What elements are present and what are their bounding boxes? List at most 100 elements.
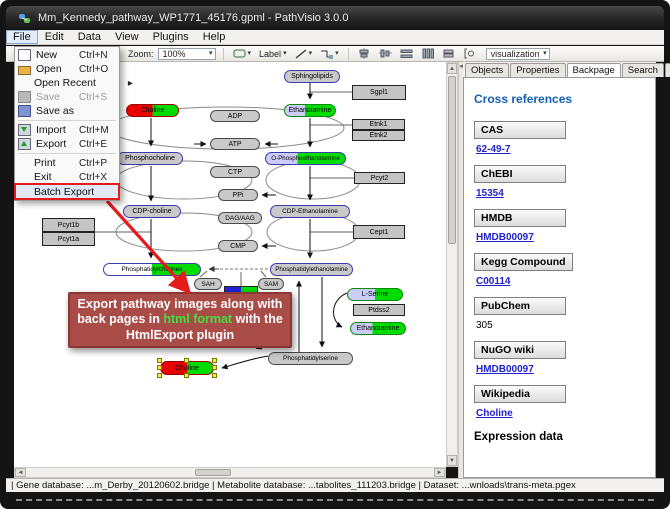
vertical-scroll-thumb[interactable] <box>448 76 456 244</box>
node-cmp[interactable]: CMP <box>218 240 258 252</box>
vertical-scrollbar[interactable]: ▲ ▼ <box>446 62 458 467</box>
menu-item-import[interactable]: Import Ctrl+M <box>15 123 119 137</box>
menu-item-save-as[interactable]: Save as <box>15 104 119 118</box>
xref-link[interactable]: HMDB00097 <box>476 232 645 243</box>
visualization-combobox[interactable]: visualization ▾ <box>486 48 550 60</box>
node-pcyt1b[interactable]: Pcyt1b <box>42 218 95 232</box>
node-phosphatidylethanolamine[interactable]: Phosphatidylethanolamine <box>270 263 353 276</box>
node-ethanolamine[interactable]: Ethanolamine <box>284 104 336 117</box>
node-sphingolipids[interactable]: Sphingolipids <box>284 70 340 83</box>
xref-source-name: Wikipedia <box>474 385 566 403</box>
node-ctp[interactable]: CTP <box>210 166 260 178</box>
distribute-vertical-button[interactable] <box>419 47 436 60</box>
node-cdp-choline[interactable]: CDP-choline <box>123 205 181 218</box>
xref-source-name: CAS <box>474 121 566 139</box>
menu-item-shortcut: Ctrl+N <box>79 50 116 61</box>
chevron-down-icon[interactable]: ▾ <box>209 50 213 57</box>
node-dag-aag[interactable]: DAG/AAG <box>218 212 262 224</box>
scroll-right-button[interactable]: ► <box>434 468 445 477</box>
xref-link[interactable]: HMDB00097 <box>476 364 645 375</box>
node-cept1[interactable]: Cept1 <box>353 225 405 239</box>
menu-item-label: Batch Export <box>34 186 94 198</box>
menu-file[interactable]: File <box>6 30 38 44</box>
new-document-icon <box>18 49 31 61</box>
node-ppi[interactable]: PPi <box>218 189 258 201</box>
node-o-phosphoethanolamine[interactable]: O-Phosphoethanolamine <box>265 152 346 165</box>
node-phosphatidylcholines[interactable]: Phosphatidylcholines <box>103 263 201 276</box>
node-phosphocholine[interactable]: Phosphocholine <box>117 152 183 165</box>
node-ethanolamine-2[interactable]: Ethanolamine <box>350 322 406 335</box>
connector-tool-button[interactable]: ▾ <box>318 47 341 60</box>
xref-section-nugo: NuGO wiki HMDB00097 <box>474 340 645 375</box>
distribute-vertical-icon <box>421 48 434 59</box>
common-size-button[interactable] <box>440 47 457 60</box>
tab-objects[interactable]: Objects <box>465 63 509 77</box>
node-pcyt2[interactable]: Pcyt2 <box>354 172 405 184</box>
chevron-down-icon[interactable]: ▾ <box>248 50 252 57</box>
window-title: Mm_Kennedy_pathway_WP1771_45176.gpml - P… <box>38 12 348 24</box>
chevron-down-icon[interactable]: ▾ <box>335 50 339 57</box>
menu-item-new[interactable]: New Ctrl+N <box>15 48 119 62</box>
node-pcyt1a[interactable]: Pcyt1a <box>42 232 95 246</box>
align-middle-button[interactable] <box>377 47 394 60</box>
xref-link[interactable]: 62-49-7 <box>476 144 645 155</box>
xref-link[interactable]: Choline <box>476 408 645 419</box>
menu-item-open[interactable]: Open Ctrl+O <box>15 62 119 76</box>
node-etnk1[interactable]: Etnk1 <box>352 119 405 130</box>
label-tool-button[interactable]: Label ▾ <box>257 47 289 60</box>
zoom-combobox[interactable]: 100% ▾ <box>158 48 216 60</box>
menu-item-open-recent[interactable]: Open Recent ▸ <box>15 76 119 90</box>
scroll-up-button[interactable]: ▲ <box>447 63 457 74</box>
node-l-serine[interactable]: L-Serine <box>347 288 403 301</box>
node-sah[interactable]: SAH <box>194 278 222 290</box>
menu-item-batch-export[interactable]: Batch Export <box>15 184 119 199</box>
node-choline-selected[interactable]: Choline <box>160 361 214 375</box>
xref-link[interactable]: 15354 <box>476 188 645 199</box>
menu-item-export[interactable]: Export Ctrl+E <box>15 137 119 151</box>
node-etnk2[interactable]: Etnk2 <box>352 130 405 141</box>
line-icon <box>295 49 307 59</box>
chevron-down-icon[interactable]: ▾ <box>543 50 547 57</box>
menu-item-spacer <box>18 158 29 168</box>
menu-item-label: Open Recent <box>34 77 96 89</box>
node-choline[interactable]: Choline <box>126 104 179 117</box>
menu-data[interactable]: Data <box>71 31 108 43</box>
scroll-left-button[interactable]: ◄ <box>15 468 26 477</box>
line-tool-button[interactable]: ▾ <box>293 47 315 60</box>
tab-properties[interactable]: Properties <box>510 63 565 77</box>
menu-item-print[interactable]: Print Ctrl+P <box>15 156 119 170</box>
node-sam[interactable]: SAM <box>258 278 284 290</box>
menu-edit[interactable]: Edit <box>38 31 71 43</box>
group-button[interactable] <box>461 47 478 60</box>
menu-plugins[interactable]: Plugins <box>146 31 196 43</box>
menu-item-exit[interactable]: Exit Ctrl+X <box>15 170 119 184</box>
zoom-value: 100% <box>163 49 186 59</box>
node-phosphatidylserine[interactable]: Phosphatidylserine <box>268 352 353 365</box>
node-atp[interactable]: ATP <box>210 138 260 150</box>
chevron-down-icon[interactable]: ▾ <box>283 50 287 57</box>
tab-backpage[interactable]: Backpage <box>567 63 621 78</box>
menu-help[interactable]: Help <box>196 31 233 43</box>
xref-link[interactable]: C00114 <box>476 276 645 287</box>
align-center-icon <box>358 48 371 59</box>
node-adp[interactable]: ADP <box>210 110 260 122</box>
horizontal-scrollbar[interactable]: ◄ ► <box>14 467 446 478</box>
xref-value: 305 <box>476 320 645 331</box>
node-cdp-ethanolamine[interactable]: CDP-Ethanolamine <box>270 205 350 218</box>
node-sgpl1[interactable]: Sgpl1 <box>352 85 406 100</box>
xref-section-cas: CAS 62-49-7 <box>474 120 645 155</box>
scroll-down-button[interactable]: ▼ <box>447 455 457 466</box>
menu-separator <box>18 120 116 121</box>
scroll-right-icon: ► <box>437 470 443 476</box>
tab-search[interactable]: Search <box>622 63 664 77</box>
tab-legend[interactable]: Legend <box>665 63 670 77</box>
menu-view[interactable]: View <box>108 31 146 43</box>
callout-highlight: html format <box>163 312 232 326</box>
distribute-horizontal-icon <box>400 48 413 59</box>
distribute-horizontal-button[interactable] <box>398 47 415 60</box>
horizontal-scroll-thumb[interactable] <box>195 469 231 476</box>
node-ptdss2[interactable]: Ptdss2 <box>353 304 405 316</box>
datanode-tool-button[interactable]: ▾ <box>231 47 254 60</box>
align-center-button[interactable] <box>356 47 373 60</box>
chevron-down-icon[interactable]: ▾ <box>309 50 313 57</box>
